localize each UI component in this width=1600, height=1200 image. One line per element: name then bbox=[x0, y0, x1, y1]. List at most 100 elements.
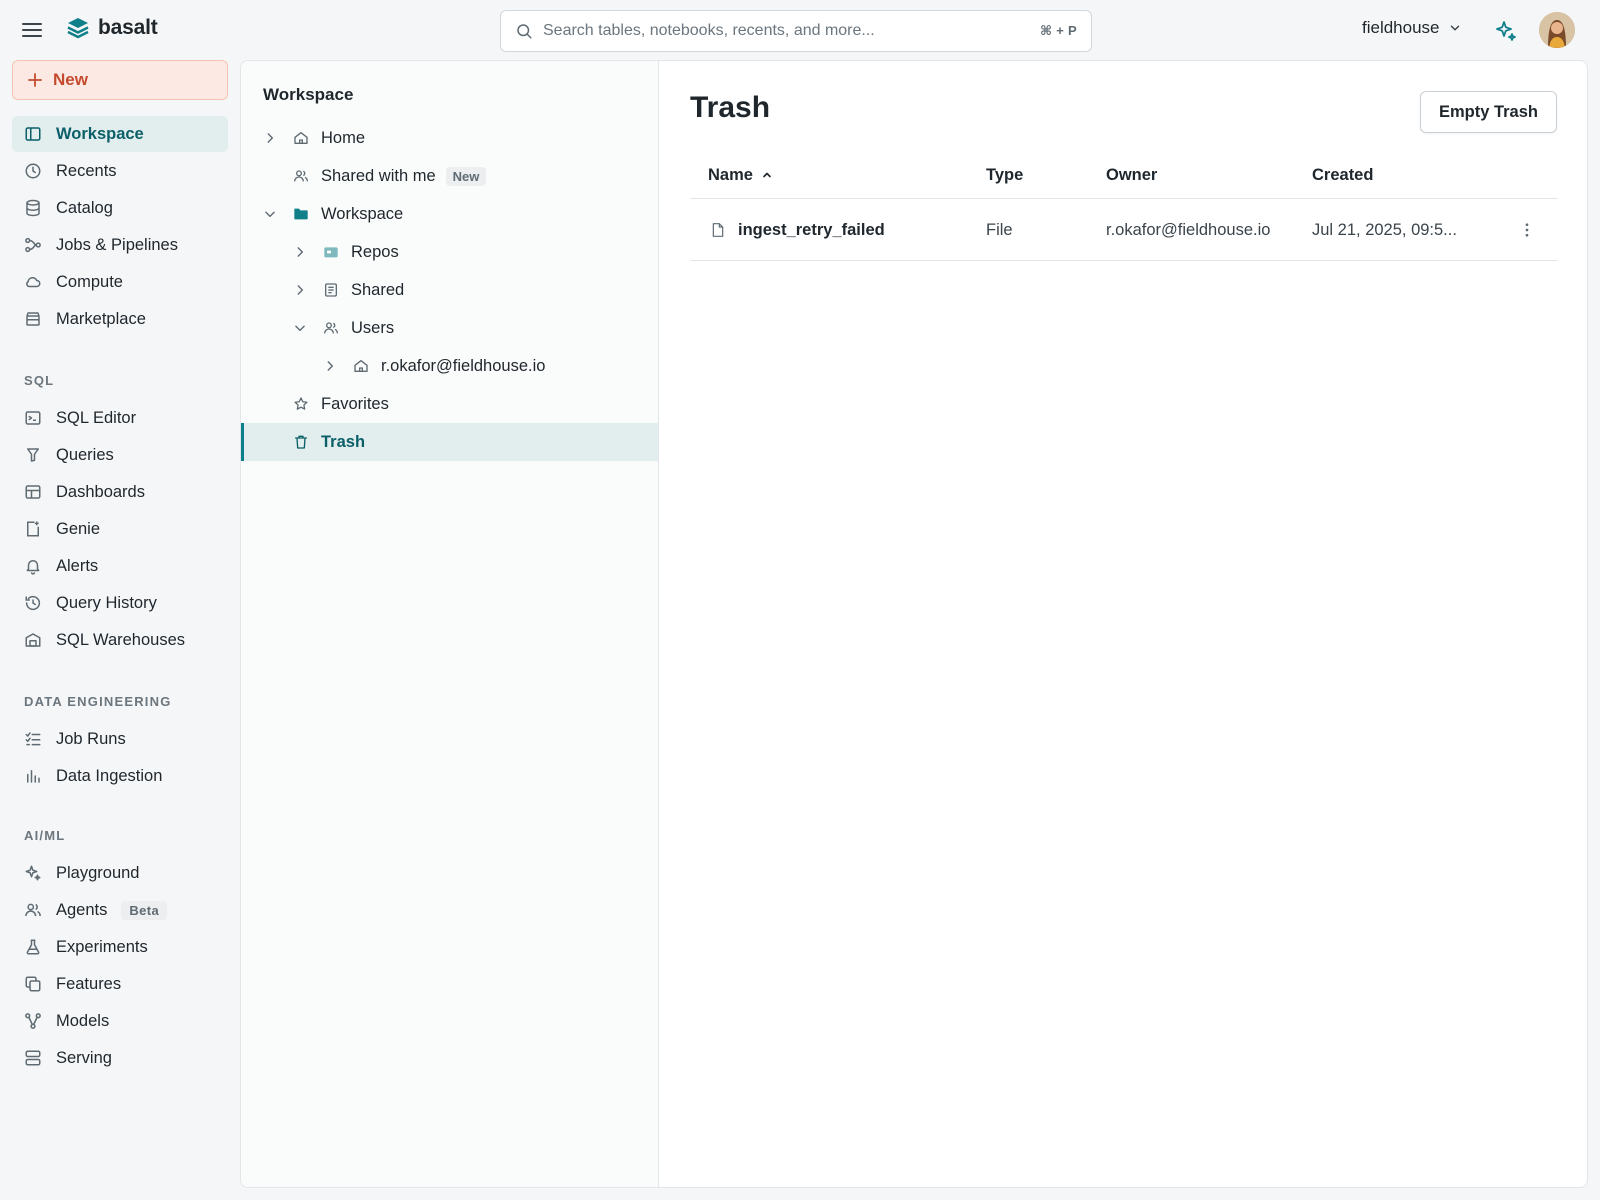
nav-item-serving[interactable]: Serving bbox=[12, 1040, 228, 1076]
nav-item-recents[interactable]: Recents bbox=[12, 153, 228, 189]
copy-icon bbox=[24, 975, 42, 993]
tree-item-home[interactable]: Home bbox=[241, 119, 658, 157]
nav-item-marketplace[interactable]: Marketplace bbox=[12, 301, 228, 337]
nav-item-experiments[interactable]: Experiments bbox=[12, 929, 228, 965]
cell-name[interactable]: ingest_retry_failed bbox=[710, 199, 885, 261]
nav-item-dashboards[interactable]: Dashboards bbox=[12, 474, 228, 510]
nav-item-sql-warehouses[interactable]: SQL Warehouses bbox=[12, 622, 228, 658]
nav-item-label: Query History bbox=[56, 593, 157, 612]
nav-item-query-history[interactable]: Query History bbox=[12, 585, 228, 621]
warehouse-icon bbox=[24, 631, 42, 649]
cell-created: Jul 21, 2025, 09:5... bbox=[1312, 220, 1457, 239]
filter-icon bbox=[24, 446, 42, 464]
nav-item-label: Compute bbox=[56, 272, 123, 291]
nav-item-label: SQL Editor bbox=[56, 408, 137, 427]
trash-icon bbox=[293, 434, 309, 450]
workspace-tree-panel: Workspace Home Shared with me New Worksp… bbox=[241, 61, 659, 1187]
chevron-right-icon[interactable] bbox=[263, 131, 277, 145]
nav-item-label: Experiments bbox=[56, 937, 148, 956]
nav-item-jobs-pipelines[interactable]: Jobs & Pipelines bbox=[12, 227, 228, 263]
chevron-right-icon[interactable] bbox=[293, 283, 307, 297]
star-icon bbox=[293, 396, 309, 412]
tree-item-shared[interactable]: Shared bbox=[241, 271, 658, 309]
section-label-data-engineering: DATA ENGINEERING bbox=[24, 694, 172, 709]
tree-item-label: Trash bbox=[321, 432, 366, 451]
folder-icon bbox=[293, 206, 309, 222]
nav-item-label: Models bbox=[56, 1011, 110, 1030]
chevron-down-icon[interactable] bbox=[263, 207, 277, 221]
table-row[interactable]: ingest_retry_failed File r.okafor@fieldh… bbox=[690, 199, 1558, 261]
nav-item-label: Features bbox=[56, 974, 122, 993]
nav-item-job-runs[interactable]: Job Runs bbox=[12, 721, 228, 757]
tree-item-user-home[interactable]: r.okafor@fieldhouse.io bbox=[241, 347, 658, 385]
repo-icon bbox=[323, 244, 339, 260]
server-icon bbox=[24, 1049, 42, 1067]
user-avatar[interactable] bbox=[1539, 12, 1575, 48]
terminal-icon bbox=[24, 409, 42, 427]
column-header-label: Created bbox=[1312, 165, 1374, 184]
tree-item-trash[interactable]: Trash bbox=[241, 423, 658, 461]
assistant-sparkle-icon[interactable] bbox=[1494, 19, 1518, 43]
cloud-icon bbox=[24, 273, 42, 291]
row-actions-kebab-icon[interactable] bbox=[1518, 221, 1536, 239]
users-icon bbox=[323, 320, 339, 336]
tree-item-favorites[interactable]: Favorites bbox=[241, 385, 658, 423]
chevron-right-icon[interactable] bbox=[323, 359, 337, 373]
nav-item-models[interactable]: Models bbox=[12, 1003, 228, 1039]
trash-main-panel: Trash Empty Trash Name Type Owner Create… bbox=[659, 61, 1587, 1187]
column-header-created[interactable]: Created bbox=[1312, 151, 1373, 199]
chevron-down-icon[interactable] bbox=[293, 321, 307, 335]
nav-item-playground[interactable]: Playground bbox=[12, 855, 228, 891]
nav-item-alerts[interactable]: Alerts bbox=[12, 548, 228, 584]
nav-item-genie[interactable]: Genie bbox=[12, 511, 228, 547]
column-header-label: Type bbox=[986, 165, 1024, 184]
table-header: Name Type Owner Created bbox=[690, 151, 1558, 199]
menu-icon[interactable] bbox=[20, 18, 44, 42]
plus-icon bbox=[27, 72, 43, 88]
nav-item-data-ingestion[interactable]: Data Ingestion bbox=[12, 758, 228, 794]
left-navigation: New Workspace Recents Catalog Jobs & Pip… bbox=[0, 60, 240, 1200]
history-icon bbox=[24, 594, 42, 612]
nav-item-label: Jobs & Pipelines bbox=[56, 235, 178, 254]
tree-item-shared-with-me[interactable]: Shared with me New bbox=[241, 157, 658, 195]
nav-item-queries[interactable]: Queries bbox=[12, 437, 228, 473]
trash-table: Name Type Owner Created ingest_retry_fai… bbox=[690, 151, 1558, 261]
nav-item-catalog[interactable]: Catalog bbox=[12, 190, 228, 226]
tree-item-repos[interactable]: Repos bbox=[241, 233, 658, 271]
column-header-type[interactable]: Type bbox=[986, 151, 1023, 199]
nav-item-label: Workspace bbox=[56, 124, 144, 143]
global-search[interactable]: ⌘ + P bbox=[500, 10, 1092, 52]
nav-item-features[interactable]: Features bbox=[12, 966, 228, 1002]
beta-badge: Beta bbox=[121, 900, 168, 920]
workflow-icon bbox=[24, 236, 42, 254]
nav-item-label: Queries bbox=[56, 445, 114, 464]
chevron-right-icon[interactable] bbox=[293, 245, 307, 259]
users-icon bbox=[24, 901, 42, 919]
tree-item-users[interactable]: Users bbox=[241, 309, 658, 347]
nav-item-label: Playground bbox=[56, 863, 140, 882]
nav-item-sql-editor[interactable]: SQL Editor bbox=[12, 400, 228, 436]
workspace-switcher[interactable]: fieldhouse bbox=[1362, 18, 1462, 38]
empty-trash-button[interactable]: Empty Trash bbox=[1419, 91, 1557, 133]
new-button[interactable]: New bbox=[12, 60, 228, 100]
sort-ascending-icon bbox=[761, 169, 773, 181]
tree-item-label: Favorites bbox=[321, 394, 389, 413]
nav-item-label: SQL Warehouses bbox=[56, 630, 186, 649]
nav-item-agents[interactable]: Agents Beta bbox=[12, 892, 228, 928]
dashboard-icon bbox=[24, 483, 42, 501]
column-header-name[interactable]: Name bbox=[708, 151, 773, 199]
column-header-owner[interactable]: Owner bbox=[1106, 151, 1157, 199]
column-header-label: Owner bbox=[1106, 165, 1158, 184]
brand-logo[interactable]: basalt bbox=[66, 16, 158, 40]
file-icon bbox=[710, 222, 726, 238]
top-bar: basalt ⌘ + P fieldhouse bbox=[0, 0, 1600, 60]
tree-item-workspace[interactable]: Workspace bbox=[241, 195, 658, 233]
nav-item-label: Marketplace bbox=[56, 309, 146, 328]
tree-item-label: Workspace bbox=[321, 204, 404, 223]
new-button-label: New bbox=[53, 70, 88, 89]
clock-icon bbox=[24, 162, 42, 180]
nav-item-label: Catalog bbox=[56, 198, 113, 217]
nav-item-workspace[interactable]: Workspace bbox=[12, 116, 228, 152]
nav-item-compute[interactable]: Compute bbox=[12, 264, 228, 300]
search-input[interactable] bbox=[543, 22, 1040, 40]
